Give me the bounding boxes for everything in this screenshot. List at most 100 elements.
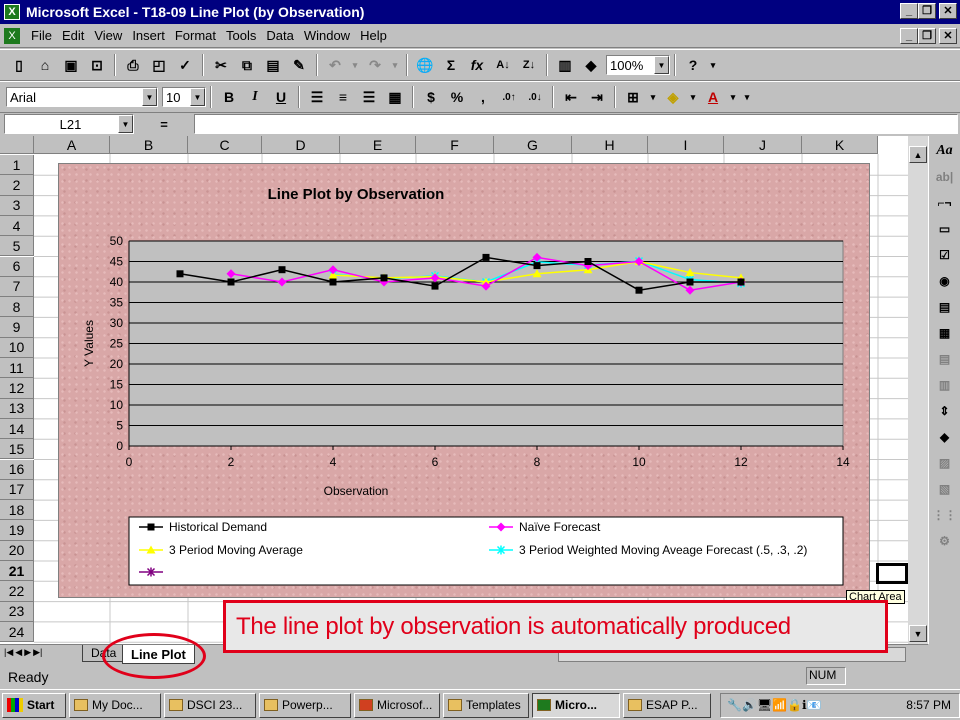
- more-buttons-icon[interactable]: ▾: [707, 53, 719, 77]
- align-center-icon[interactable]: ≡: [331, 85, 355, 109]
- row-header-1[interactable]: 1: [0, 155, 34, 176]
- edit-code-icon[interactable]: ▧: [933, 478, 957, 500]
- row-header-6[interactable]: 6: [0, 256, 34, 277]
- increase-decimal-icon[interactable]: .0↑: [497, 85, 521, 109]
- chevron-down-icon[interactable]: ▼: [654, 56, 669, 74]
- column-header-h[interactable]: H: [572, 136, 648, 154]
- group-box-icon[interactable]: ⌐¬: [933, 192, 957, 214]
- lock-icon[interactable]: ⊡: [85, 53, 109, 77]
- spinner-tool-icon[interactable]: ◆: [933, 426, 957, 448]
- sort-ascending-icon[interactable]: A↓: [491, 53, 515, 77]
- fill-dropdown-icon[interactable]: ▾: [687, 85, 699, 109]
- row-header-21[interactable]: 21: [0, 561, 34, 582]
- undo-icon[interactable]: ↶: [323, 53, 347, 77]
- underline-button[interactable]: U: [269, 85, 293, 109]
- font-size-select[interactable]: 10 ▼: [162, 87, 206, 107]
- more-buttons-icon[interactable]: ▾: [741, 85, 753, 109]
- borders-icon[interactable]: ⊞: [621, 85, 645, 109]
- autosum-icon[interactable]: Σ: [439, 53, 463, 77]
- row-header-20[interactable]: 20: [0, 540, 34, 561]
- prev-sheet-icon[interactable]: ◀: [15, 647, 22, 662]
- list-box-icon[interactable]: ▤: [933, 296, 957, 318]
- row-header-19[interactable]: 19: [0, 520, 34, 541]
- next-sheet-icon[interactable]: ▶: [24, 647, 31, 662]
- row-header-5[interactable]: 5: [0, 236, 34, 257]
- formula-equals[interactable]: =: [134, 117, 194, 132]
- formula-input[interactable]: [194, 114, 958, 134]
- fill-color-icon[interactable]: ◈: [661, 85, 685, 109]
- scrollbar-tool-icon[interactable]: ⇕: [933, 400, 957, 422]
- row-header-9[interactable]: 9: [0, 317, 34, 338]
- column-header-f[interactable]: F: [416, 136, 494, 154]
- sort-descending-icon[interactable]: Z↓: [517, 53, 541, 77]
- task-powerpoint[interactable]: Powerp...: [259, 692, 351, 718]
- open-icon[interactable]: ⌂: [33, 53, 57, 77]
- combo-box-icon[interactable]: ▦: [933, 322, 957, 344]
- label-tool-icon[interactable]: Aa: [933, 140, 957, 162]
- column-header-b[interactable]: B: [110, 136, 188, 154]
- menu-help[interactable]: Help: [355, 28, 392, 43]
- column-header-k[interactable]: K: [802, 136, 878, 154]
- radio-tool-icon[interactable]: ◉: [933, 270, 957, 292]
- row-header-13[interactable]: 13: [0, 398, 34, 419]
- hyperlink-icon[interactable]: 🌐: [413, 53, 437, 77]
- vertical-scrollbar[interactable]: ▲ ▼: [908, 136, 928, 644]
- copy-icon[interactable]: ⧉: [235, 53, 259, 77]
- column-header-a[interactable]: A: [34, 136, 110, 154]
- menu-view[interactable]: View: [89, 28, 127, 43]
- combo-list-icon[interactable]: ▤: [933, 348, 957, 370]
- checkbox-tool-icon[interactable]: ☑: [933, 244, 957, 266]
- menu-format[interactable]: Format: [170, 28, 221, 43]
- help-icon[interactable]: ?: [681, 53, 705, 77]
- row-header-8[interactable]: 8: [0, 297, 34, 318]
- edit-box-icon[interactable]: ab|: [933, 166, 957, 188]
- row-header-15[interactable]: 15: [0, 439, 34, 460]
- column-header-i[interactable]: I: [648, 136, 724, 154]
- zoom-select[interactable]: 100% ▼: [606, 55, 670, 75]
- button-tool-icon[interactable]: ▭: [933, 218, 957, 240]
- row-header-23[interactable]: 23: [0, 601, 34, 622]
- scroll-up-icon[interactable]: ▲: [909, 146, 927, 163]
- menu-window[interactable]: Window: [299, 28, 355, 43]
- row-header-11[interactable]: 11: [0, 358, 34, 379]
- name-box[interactable]: L21 ▼: [4, 114, 134, 134]
- row-header-14[interactable]: 14: [0, 418, 34, 440]
- font-color-icon[interactable]: A: [701, 85, 725, 109]
- close-button[interactable]: ✕: [939, 3, 957, 19]
- menu-data[interactable]: Data: [261, 28, 298, 43]
- currency-button[interactable]: $: [419, 85, 443, 109]
- row-header-16[interactable]: 16: [0, 459, 34, 480]
- row-header-2[interactable]: 2: [0, 175, 34, 196]
- select-all-button[interactable]: [0, 136, 34, 154]
- redo-dropdown-icon[interactable]: ▾: [389, 53, 401, 77]
- start-button[interactable]: Start: [2, 692, 66, 718]
- merge-center-icon[interactable]: ▦: [383, 85, 407, 109]
- function-icon[interactable]: fx: [465, 53, 489, 77]
- row-header-10[interactable]: 10: [0, 337, 34, 358]
- row-header-22[interactable]: 22: [0, 581, 34, 602]
- chevron-down-icon[interactable]: ▼: [118, 115, 133, 133]
- align-right-icon[interactable]: ☰: [357, 85, 381, 109]
- control-properties-icon[interactable]: ▨: [933, 452, 957, 474]
- row-header-24[interactable]: 24: [0, 621, 34, 643]
- row-header-18[interactable]: 18: [0, 500, 34, 521]
- task-dsci[interactable]: DSCI 23...: [164, 692, 256, 718]
- column-header-c[interactable]: C: [188, 136, 262, 154]
- minimize-button[interactable]: _: [900, 3, 918, 19]
- font-color-dropdown-icon[interactable]: ▾: [727, 85, 739, 109]
- print-preview-icon[interactable]: ◰: [147, 53, 171, 77]
- last-sheet-icon[interactable]: ▶|: [33, 647, 42, 662]
- first-sheet-icon[interactable]: |◀: [4, 647, 13, 662]
- save-icon[interactable]: ▣: [59, 53, 83, 77]
- column-header-g[interactable]: G: [494, 136, 572, 154]
- undo-dropdown-icon[interactable]: ▾: [349, 53, 361, 77]
- format-painter-icon[interactable]: ✎: [287, 53, 311, 77]
- menu-edit[interactable]: Edit: [57, 28, 89, 43]
- combo-dropdown-icon[interactable]: ▥: [933, 374, 957, 396]
- task-excel[interactable]: Micro...: [532, 692, 620, 718]
- increase-indent-icon[interactable]: ⇥: [585, 85, 609, 109]
- row-header-4[interactable]: 4: [0, 215, 34, 237]
- restore-button[interactable]: ❐: [918, 3, 936, 19]
- font-select[interactable]: Arial ▼: [6, 87, 158, 107]
- run-dialog-icon[interactable]: ⚙: [933, 530, 957, 552]
